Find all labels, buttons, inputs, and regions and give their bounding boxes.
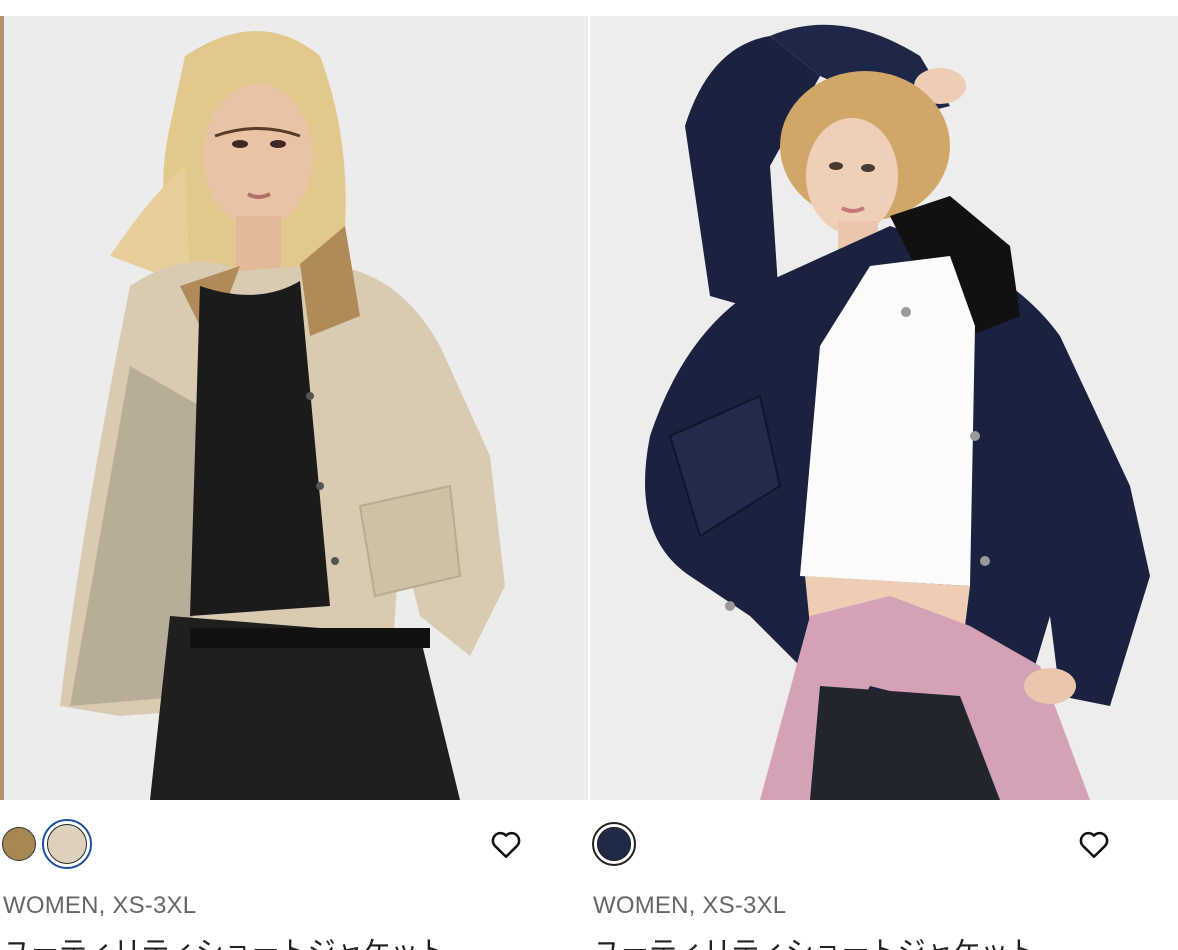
product-photo-illustration: [0, 16, 588, 800]
color-swatch-brown[interactable]: [2, 827, 36, 861]
color-swatches: [2, 818, 92, 870]
color-swatch-beige[interactable]: [42, 819, 92, 869]
heart-outline-icon[interactable]: [1076, 826, 1112, 862]
product-title[interactable]: ユーティリティショートジャケット: [593, 930, 1036, 950]
product-image[interactable]: [590, 16, 1178, 800]
product-title[interactable]: ユーティリティショートジャケット: [3, 930, 446, 950]
product-card[interactable]: WOMEN, XS-3XL ユーティリティショートジャケット: [590, 0, 1178, 950]
product-gender-size: WOMEN, XS-3XL: [3, 892, 197, 919]
heart-outline-icon[interactable]: [488, 826, 524, 862]
product-card[interactable]: WOMEN, XS-3XL ユーティリティショートジャケット: [0, 0, 588, 950]
product-image[interactable]: [0, 16, 588, 800]
product-gender-size: WOMEN, XS-3XL: [593, 892, 787, 919]
color-swatch-navy[interactable]: [592, 822, 636, 866]
product-photo-illustration: [590, 16, 1178, 800]
color-swatches: [592, 818, 636, 870]
